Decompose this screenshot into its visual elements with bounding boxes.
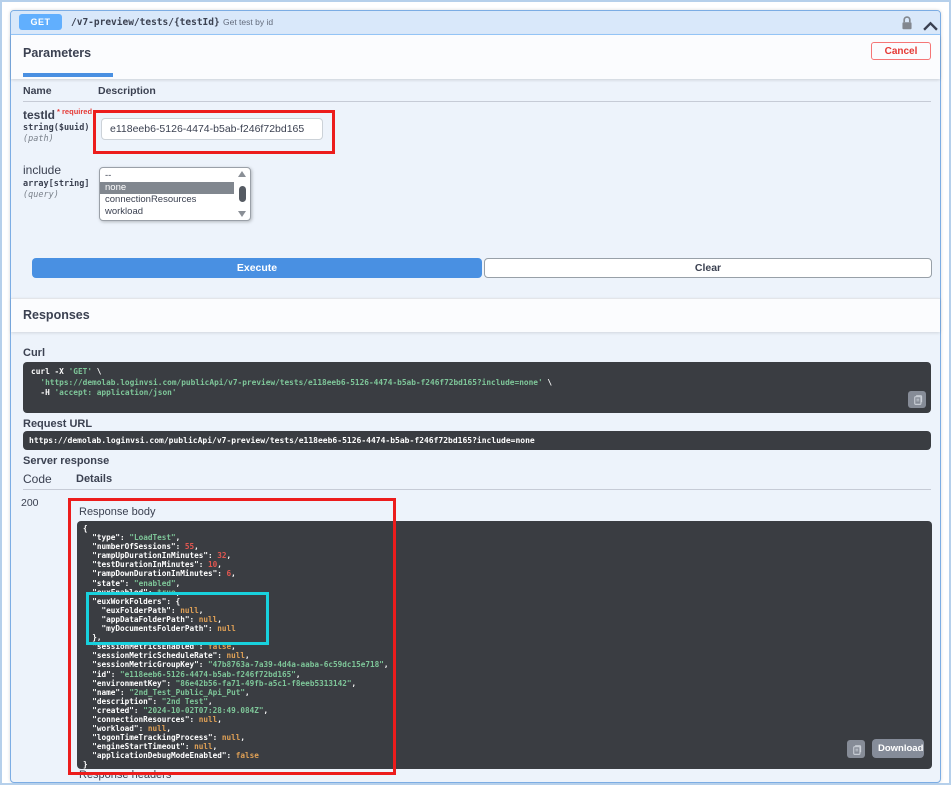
- tab-parameters[interactable]: Parameters: [23, 46, 91, 60]
- request-url-label: Request URL: [23, 418, 93, 430]
- opblock-get: GET /v7-preview/tests/{testId} Get test …: [10, 10, 941, 783]
- param-testid-type: string($uuid): [23, 123, 90, 133]
- table-divider: [23, 489, 931, 490]
- listbox-scrollbar[interactable]: [236, 171, 248, 217]
- include-option-list: -- none connectionResources workload: [100, 170, 234, 218]
- endpoint-path: /v7-preview/tests/{testId}: [71, 17, 220, 28]
- include-option-none[interactable]: none: [100, 182, 234, 194]
- param-include-name: include: [23, 163, 62, 177]
- param-testid-label: testId: [23, 108, 56, 122]
- execute-button[interactable]: Execute: [32, 258, 482, 278]
- swagger-ui-page: GET /v7-preview/tests/{testId} Get test …: [0, 0, 951, 785]
- param-include-type: array[string]: [23, 179, 90, 189]
- cancel-button[interactable]: Cancel: [871, 42, 931, 60]
- param-include-location: (query): [23, 190, 59, 200]
- chevron-up-icon[interactable]: [923, 18, 938, 31]
- operation-description: Get test by id: [223, 17, 274, 27]
- column-header-description: Description: [98, 85, 156, 97]
- curl-command: curl -X 'GET' \ 'https://demolab.loginvs…: [31, 367, 553, 397]
- response-body-block: { "type": "LoadTest", "numberOfSessions"…: [77, 521, 932, 769]
- request-url-value: https://demolab.loginvsi.com/publicApi/v…: [29, 436, 535, 445]
- clear-button[interactable]: Clear: [484, 258, 932, 278]
- download-button[interactable]: Download: [872, 739, 924, 758]
- include-option-connectionResources[interactable]: connectionResources: [100, 194, 234, 206]
- response-headers-label: Response headers: [79, 769, 172, 781]
- responses-title: Responses: [23, 308, 90, 322]
- copy-response-button[interactable]: [847, 740, 865, 758]
- column-header-name: Name: [23, 85, 52, 97]
- response-body-label: Response body: [79, 506, 156, 518]
- include-option-workload[interactable]: workload: [100, 206, 234, 218]
- copy-curl-button[interactable]: [908, 391, 926, 408]
- testid-value-input[interactable]: [101, 118, 323, 140]
- operation-summary[interactable]: GET /v7-preview/tests/{testId} Get test …: [11, 11, 940, 35]
- status-code: 200: [21, 497, 39, 509]
- include-multiselect[interactable]: -- none connectionResources workload: [99, 167, 251, 221]
- param-testid-name: testId * required: [23, 107, 92, 122]
- include-option---[interactable]: --: [100, 170, 234, 182]
- response-body-json: { "type": "LoadTest", "numberOfSessions"…: [83, 524, 389, 770]
- parameters-section-header: Parameters Cancel: [11, 35, 940, 79]
- server-response-label: Server response: [23, 455, 110, 467]
- scroll-down-icon[interactable]: [238, 211, 246, 217]
- curl-label: Curl: [23, 347, 45, 359]
- http-method-badge: GET: [19, 14, 62, 30]
- required-marker: * required: [57, 107, 93, 116]
- table-divider: [23, 101, 931, 102]
- scroll-up-icon[interactable]: [238, 171, 246, 177]
- scrollbar-thumb[interactable]: [238, 186, 246, 202]
- param-testid-location: (path): [23, 134, 54, 144]
- lock-icon[interactable]: [900, 15, 914, 31]
- column-header-code: Code: [23, 472, 52, 486]
- tab-active-underline: [23, 73, 113, 77]
- column-header-details: Details: [76, 473, 113, 485]
- responses-section-header: Responses: [11, 298, 940, 332]
- curl-code-block: curl -X 'GET' \ 'https://demolab.loginvs…: [23, 362, 931, 413]
- request-url-block: https://demolab.loginvsi.com/publicApi/v…: [23, 431, 931, 450]
